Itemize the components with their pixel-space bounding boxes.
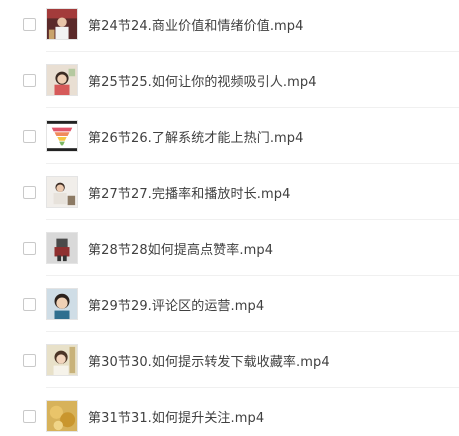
file-name[interactable]: 第30节30.如何提示转发下载收藏率.mp4 — [88, 351, 330, 370]
select-checkbox[interactable] — [23, 73, 36, 87]
select-checkbox[interactable] — [23, 129, 36, 143]
file-row[interactable]: 第25节25.如何让你的视频吸引人.mp4 — [0, 52, 459, 108]
select-checkbox[interactable] — [23, 297, 36, 311]
video-thumbnail-icon[interactable] — [46, 64, 78, 96]
file-list: 第24节24.商业价值和情绪价值.mp4 第25节25.如何让你的视频吸引人.m… — [0, 0, 459, 436]
video-thumbnail-icon[interactable] — [46, 232, 78, 264]
video-thumbnail-icon[interactable] — [46, 344, 78, 376]
file-row[interactable]: 第29节29.评论区的运营.mp4 — [0, 276, 459, 332]
video-thumbnail-icon[interactable] — [46, 120, 78, 152]
file-row[interactable]: 第31节31.如何提升关注.mp4 — [0, 388, 459, 436]
video-thumbnail-icon[interactable] — [46, 8, 78, 40]
select-checkbox[interactable] — [23, 17, 36, 31]
file-name[interactable]: 第31节31.如何提升关注.mp4 — [88, 407, 264, 426]
file-name[interactable]: 第28节28如何提高点赞率.mp4 — [88, 239, 273, 258]
select-checkbox[interactable] — [23, 353, 36, 367]
file-row[interactable]: 第24节24.商业价值和情绪价值.mp4 — [0, 0, 459, 52]
file-row[interactable]: 第27节27.完播率和播放时长.mp4 — [0, 164, 459, 220]
video-thumbnail-icon[interactable] — [46, 176, 78, 208]
file-name[interactable]: 第29节29.评论区的运营.mp4 — [88, 295, 264, 314]
file-name[interactable]: 第24节24.商业价值和情绪价值.mp4 — [88, 15, 304, 34]
file-row[interactable]: 第28节28如何提高点赞率.mp4 — [0, 220, 459, 276]
file-row[interactable]: 第30节30.如何提示转发下载收藏率.mp4 — [0, 332, 459, 388]
video-thumbnail-icon[interactable] — [46, 400, 78, 432]
select-checkbox[interactable] — [23, 185, 36, 199]
select-checkbox[interactable] — [23, 409, 36, 423]
video-thumbnail-icon[interactable] — [46, 288, 78, 320]
file-name[interactable]: 第27节27.完播率和播放时长.mp4 — [88, 183, 290, 202]
file-row[interactable]: 第26节26.了解系统才能上热门.mp4 — [0, 108, 459, 164]
file-name[interactable]: 第26节26.了解系统才能上热门.mp4 — [88, 127, 304, 146]
file-name[interactable]: 第25节25.如何让你的视频吸引人.mp4 — [88, 71, 317, 90]
select-checkbox[interactable] — [23, 241, 36, 255]
